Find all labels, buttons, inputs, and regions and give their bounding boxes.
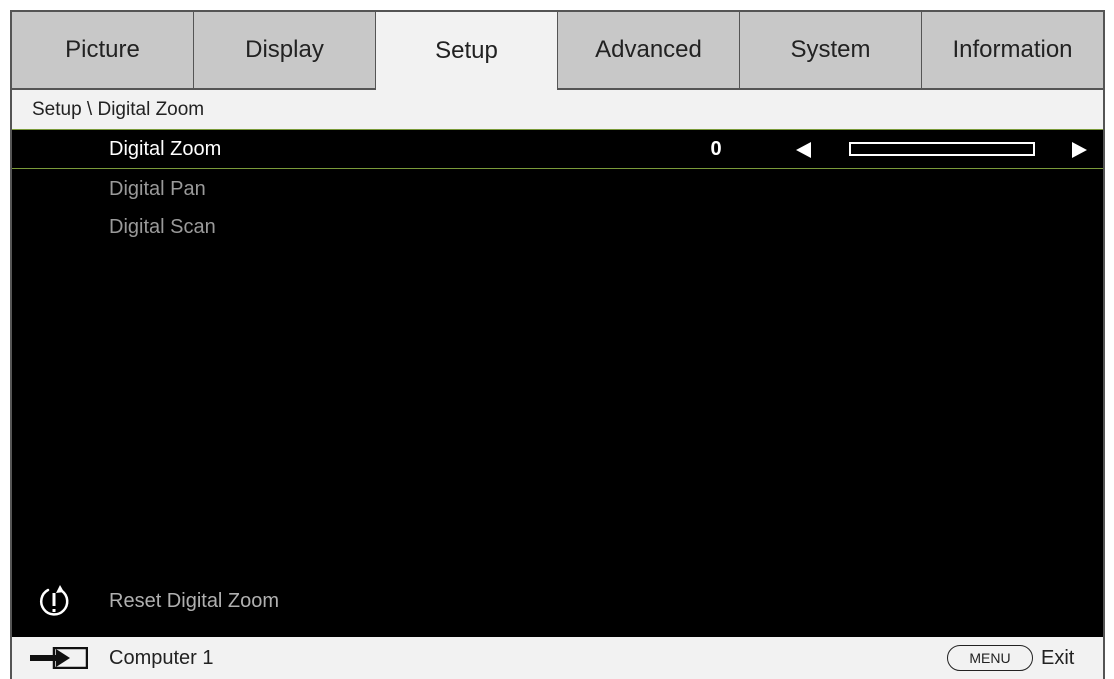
tab-label: Picture	[65, 36, 140, 63]
menu-button-label: MENU	[969, 650, 1011, 666]
reset-label: Reset Digital Zoom	[109, 589, 280, 612]
input-source-icon	[30, 647, 88, 669]
digital-zoom-slider[interactable]	[849, 142, 1035, 156]
input-source-label: Computer 1	[109, 647, 214, 669]
menu-item-label: Digital Pan	[109, 177, 206, 200]
menu-item-label: Digital Scan	[109, 215, 216, 238]
menu-panel: Digital Zoom 0 Digital Pan Digital Scan …	[10, 129, 1105, 637]
menu-button[interactable]: MENU	[947, 645, 1033, 671]
tab-label: Setup	[435, 37, 498, 64]
left-arrow-icon[interactable]	[796, 142, 811, 158]
reset-icon	[39, 585, 69, 616]
exit-label: Exit	[1041, 647, 1075, 669]
breadcrumb: Setup \ Digital Zoom	[10, 90, 1105, 129]
tab-information[interactable]: Information	[922, 12, 1103, 90]
reset-digital-zoom[interactable]: Reset Digital Zoom	[12, 581, 1103, 621]
menu-item-digital-scan[interactable]: Digital Scan	[12, 207, 1103, 247]
tab-label: Advanced	[595, 36, 702, 63]
tab-label: System	[790, 36, 871, 63]
right-arrow-icon[interactable]	[1072, 142, 1087, 158]
digital-zoom-value: 0	[710, 137, 722, 160]
tab-display[interactable]: Display	[194, 12, 376, 90]
status-bar: Computer 1 MENU Exit	[10, 637, 1105, 679]
tab-system[interactable]: System	[740, 12, 922, 90]
tab-setup[interactable]: Setup	[376, 12, 558, 90]
menu-item-digital-pan[interactable]: Digital Pan	[12, 169, 1103, 209]
menu-item-digital-zoom[interactable]: Digital Zoom 0	[12, 129, 1103, 169]
tab-label: Information	[952, 36, 1073, 63]
tab-label: Display	[245, 36, 324, 63]
tab-picture[interactable]: Picture	[12, 12, 194, 90]
menu-item-label: Digital Zoom	[109, 137, 222, 160]
tab-advanced[interactable]: Advanced	[558, 12, 740, 90]
projector-osd: Picture Display Setup Advanced System In…	[0, 0, 1114, 679]
tab-bar: Picture Display Setup Advanced System In…	[10, 10, 1105, 90]
breadcrumb-text: Setup \ Digital Zoom	[32, 98, 205, 120]
